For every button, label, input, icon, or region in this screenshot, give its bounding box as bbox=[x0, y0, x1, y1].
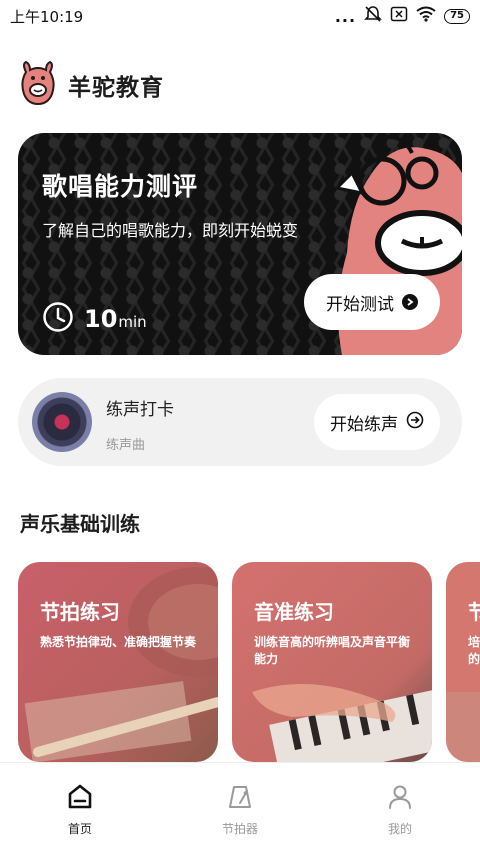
vocal-practice-card[interactable]: 练声打卡 练声曲 开始练声 bbox=[18, 378, 462, 466]
home-icon bbox=[66, 783, 94, 815]
practice-subtitle: 练声曲 bbox=[106, 438, 146, 453]
nav-label: 节拍器 bbox=[221, 822, 258, 836]
practice-title: 练声打卡 bbox=[106, 400, 174, 420]
course-card-pitch[interactable]: 音准练习 训练音高的听辨唱及声音平衡能力 bbox=[232, 562, 432, 762]
more-dots-icon: ... bbox=[334, 6, 357, 26]
course-description: 熟悉节拍律动、准确把握节奏 bbox=[40, 635, 197, 649]
course-title: 节拍练习 bbox=[40, 600, 120, 624]
bottom-navigation: 首页 节拍器 我的 bbox=[0, 762, 480, 853]
section-title: 声乐基础训练 bbox=[20, 512, 140, 536]
alpaca-logo-icon bbox=[20, 60, 56, 110]
app-header: 羊驼教育 bbox=[20, 60, 164, 110]
nav-item-profile[interactable]: 我的 bbox=[360, 783, 440, 837]
nav-label: 首页 bbox=[67, 822, 92, 836]
status-time: 上午10:19 bbox=[10, 7, 84, 26]
battery-indicator: 75 bbox=[444, 8, 470, 24]
course-title: 音准练习 bbox=[254, 600, 334, 624]
course-card-rhythm[interactable]: 节拍练习 熟悉节拍律动、准确把握节奏 bbox=[18, 562, 218, 762]
vinyl-record-icon bbox=[32, 392, 92, 452]
course-title: 节 bbox=[468, 600, 480, 624]
app-name: 羊驼教育 bbox=[68, 75, 164, 101]
alarm-off-icon bbox=[364, 5, 383, 27]
course-card-partial[interactable]: 节 培的 bbox=[446, 562, 480, 762]
profile-icon bbox=[386, 783, 414, 815]
arrow-circle-right-icon bbox=[406, 411, 424, 434]
course-description: 培的 bbox=[468, 635, 480, 666]
status-bar: 上午10:19 ... 75 bbox=[0, 0, 480, 32]
wifi-icon bbox=[416, 6, 436, 26]
hero-subtitle: 了解自己的唱歌能力，即刻开始蜕变 bbox=[42, 221, 299, 240]
start-practice-label: 开始练声 bbox=[330, 414, 398, 435]
singing-assessment-card[interactable]: 歌唱能力测评 了解自己的唱歌能力，即刻开始蜕变 10min 开始测试 bbox=[18, 133, 462, 355]
metronome-icon bbox=[226, 783, 254, 815]
start-test-label: 开始测试 bbox=[326, 294, 394, 315]
nav-item-metronome[interactable]: 节拍器 bbox=[200, 783, 280, 837]
status-icons: ... 75 bbox=[335, 5, 470, 27]
duration: 10min bbox=[42, 301, 147, 337]
hero-title: 歌唱能力测评 bbox=[42, 172, 199, 201]
start-practice-button[interactable]: 开始练声 bbox=[314, 394, 440, 450]
chevron-right-icon bbox=[402, 294, 418, 310]
clock-icon bbox=[42, 301, 74, 337]
nav-item-home[interactable]: 首页 bbox=[40, 783, 120, 837]
rhythm-background-image bbox=[18, 562, 218, 762]
nav-label: 我的 bbox=[387, 822, 412, 836]
duration-unit: min bbox=[118, 313, 147, 331]
course-description: 训练音高的听辨唱及声音平衡能力 bbox=[254, 635, 411, 666]
start-test-button[interactable]: 开始测试 bbox=[304, 274, 440, 330]
duration-value: 10 bbox=[84, 305, 118, 333]
sim-card-icon bbox=[390, 6, 408, 26]
